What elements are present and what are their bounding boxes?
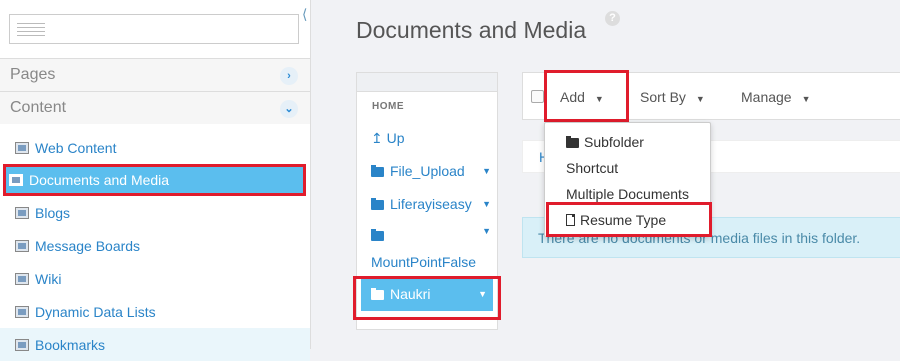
folder-label: MountPointFalse [371,254,477,270]
folder-label: Liferayiseasy [390,196,472,212]
content-nav-list: Web Content Documents and Media Blogs Me… [0,131,310,361]
sidebar-item-label: Web Content [35,139,117,156]
manage-label: Manage [741,89,792,105]
chevron-down-icon[interactable]: ⌄ [280,100,298,118]
sidebar-item-label: Message Boards [35,237,141,254]
menu-item-label: Multiple Documents [566,186,689,202]
folder-up-link[interactable]: ↥ Up [357,122,497,155]
up-arrow-icon: ↥ [371,130,383,146]
sidebar-search-input[interactable] [9,14,299,44]
menu-item-subfolder[interactable]: Subfolder [545,129,710,155]
folder-label: Naukri [390,286,431,302]
folder-item-liferayiseasy[interactable]: Liferayiseasy ▼ [357,188,497,221]
caret-down-icon: ▼ [594,94,604,104]
caret-down-icon[interactable]: ▼ [482,155,491,188]
sidebar-item-label: Bookmarks [35,336,106,353]
folder-open-icon [566,136,579,148]
documents-icon [9,174,23,186]
file-icon [566,214,575,226]
sidebar-item-documents-and-media[interactable]: Documents and Media [3,164,306,196]
add-label: Add [560,89,585,105]
sidebar-item-label: Documents and Media [29,172,170,188]
menu-item-multiple-documents[interactable]: Multiple Documents [545,181,710,207]
manage-button[interactable]: Manage ▼ [741,73,811,121]
folder-icon [371,198,384,210]
sort-by-button[interactable]: Sort By ▼ [640,73,705,121]
help-icon[interactable]: ? [605,11,620,26]
section-content-label: Content [10,99,67,116]
folder-panel-header [357,73,497,92]
blogs-icon [15,206,29,219]
page-title: Documents and Media [356,17,587,43]
menu-item-label: Subfolder [584,134,644,150]
collapse-sidebar-icon[interactable]: ⟨ [302,6,307,23]
folder-item-file-upload[interactable]: File_Upload ▼ [357,155,497,188]
documents-toolbar: Add ▼ Sort By ▼ Manage ▼ [522,72,900,120]
folder-home-label[interactable]: HOME [357,92,497,122]
caret-down-icon[interactable]: ▼ [482,188,491,221]
folder-icon [371,165,384,177]
folder-item-mountpointfalse[interactable]: ▼ MountPointFalse [357,221,497,275]
sidebar-item-bookmarks[interactable]: Bookmarks [0,328,310,361]
menu-item-resume-type[interactable]: Resume Type [545,207,710,233]
caret-down-icon: ▼ [801,94,811,104]
control-panel-sidebar: ⟨ Pages › Content ⌄ Web Content Document… [0,0,311,361]
caret-down-icon[interactable]: ▼ [478,278,487,311]
folder-icon [371,288,384,300]
chevron-right-icon[interactable]: › [280,67,298,85]
web-content-icon [15,141,29,154]
dynamic-data-lists-icon [15,305,29,318]
folder-label: File_Upload [390,163,465,179]
section-pages-label: Pages [10,66,56,83]
add-button[interactable]: Add ▼ [560,73,604,121]
caret-down-icon[interactable]: ▼ [482,221,491,241]
sidebar-item-wiki[interactable]: Wiki [0,262,310,295]
menu-item-label: Resume Type [580,212,667,228]
sidebar-item-label: Dynamic Data Lists [35,303,156,320]
search-field-icon [17,23,45,37]
select-all-checkbox[interactable] [531,90,544,103]
sidebar-item-message-boards[interactable]: Message Boards [0,229,310,262]
section-content[interactable]: Content ⌄ [0,91,310,124]
sidebar-item-blogs[interactable]: Blogs [0,196,310,229]
folder-navigation-panel: HOME ↥ Up File_Upload ▼ Liferayiseasy ▼ … [356,72,498,330]
sidebar-item-label: Blogs [35,204,71,221]
menu-item-label: Shortcut [566,160,619,176]
folder-item-naukri[interactable]: Naukri ▼ [361,278,493,311]
caret-down-icon: ▼ [695,94,705,104]
sidebar-item-dynamic-data-lists[interactable]: Dynamic Data Lists [0,295,310,328]
sidebar-item-web-content[interactable]: Web Content [0,131,310,164]
wiki-icon [15,272,29,285]
menu-item-shortcut[interactable]: Shortcut [545,155,710,181]
folder-icon [371,229,384,241]
sidebar-item-label: Wiki [35,270,62,287]
add-dropdown-menu: Subfolder Shortcut Multiple Documents Re… [544,122,711,237]
message-boards-icon [15,239,29,252]
folder-label: Up [386,130,405,146]
section-pages[interactable]: Pages › [0,58,310,91]
sort-by-label: Sort By [640,89,686,105]
